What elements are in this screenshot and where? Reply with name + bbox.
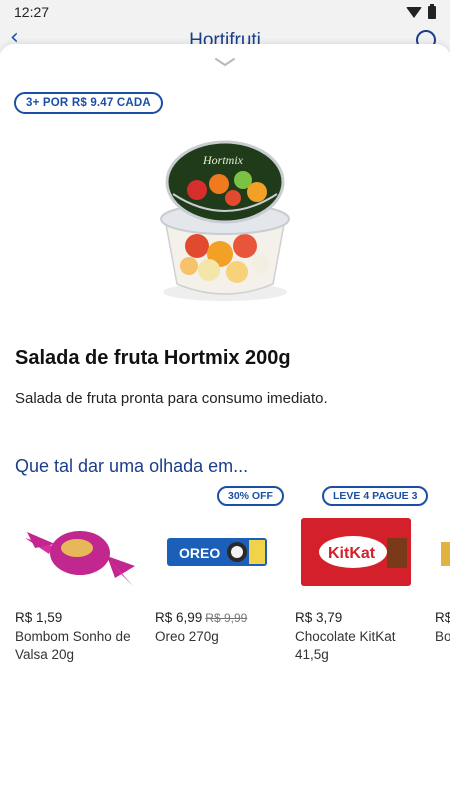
price-text: R$ 1,59 <box>15 610 63 625</box>
old-price-text: R$ 9,99 <box>205 611 248 625</box>
status-bar: 12:27 <box>0 0 450 24</box>
product-price: R$ <box>435 610 450 625</box>
price-text: R$ 3,79 <box>295 610 343 625</box>
battery-icon <box>428 3 436 19</box>
promo-badge: LEVE 4 PAGUE 3 <box>322 486 429 506</box>
product-price: R$ 3,79 <box>295 610 342 625</box>
product-image-kitkat: KitKat <box>301 518 411 586</box>
product-card-kitkat[interactable]: LEVE 4 PAGUE 3 KitKat R$ 3,79 Chocolate … <box>295 484 429 674</box>
product-image-oreo: OREO <box>167 538 267 566</box>
status-time: 12:27 <box>14 4 50 20</box>
product-description: Salada de fruta pronta para consumo imed… <box>15 390 328 407</box>
product-image-fruit-salad: Hortmix <box>160 140 290 301</box>
svg-text:Hortmix: Hortmix <box>202 153 244 167</box>
svg-text:KitKat: KitKat <box>328 545 376 562</box>
price-text: R$ 6,99 <box>155 610 203 625</box>
product-name: Bo Bra <box>435 629 450 644</box>
discount-badge: 30% OFF <box>217 486 284 506</box>
product-card-partial[interactable]: R$ Bo Bra <box>435 484 450 674</box>
product-title: Salada de fruta Hortmix 200g <box>15 347 291 369</box>
chevron-down-icon[interactable] <box>214 56 236 68</box>
price-text: R$ <box>435 610 450 625</box>
product-name: Bombom Sonho de Valsa 20g <box>15 629 131 662</box>
product-price: R$ 1,59 <box>15 610 62 625</box>
product-image-partial <box>441 542 450 566</box>
product-card-oreo[interactable]: 30% OFF OREO R$ 6,99 R$ 9,99 Oreo 270g <box>155 484 285 674</box>
wifi-icon <box>406 6 422 18</box>
product-name: Oreo 270g <box>155 629 219 644</box>
promo-badge: 3+ POR R$ 9.47 CADA <box>14 92 163 114</box>
product-bottom-sheet: 3+ POR R$ 9.47 CADA Hortmix Salada de fr… <box>0 44 450 800</box>
recommendations-title: Que tal dar uma olhada em... <box>15 456 249 476</box>
product-name: Chocolate KitKat 41,5g <box>295 629 396 662</box>
status-icons <box>406 3 436 19</box>
product-price: R$ 6,99 R$ 9,99 <box>155 610 247 625</box>
product-card-bombom[interactable]: R$ 1,59 Bombom Sonho de Valsa 20g <box>15 484 145 674</box>
product-image-bombom <box>25 531 135 586</box>
svg-text:OREO: OREO <box>179 545 220 561</box>
recommendations-carousel[interactable]: R$ 1,59 Bombom Sonho de Valsa 20g 30% OF… <box>0 484 450 674</box>
